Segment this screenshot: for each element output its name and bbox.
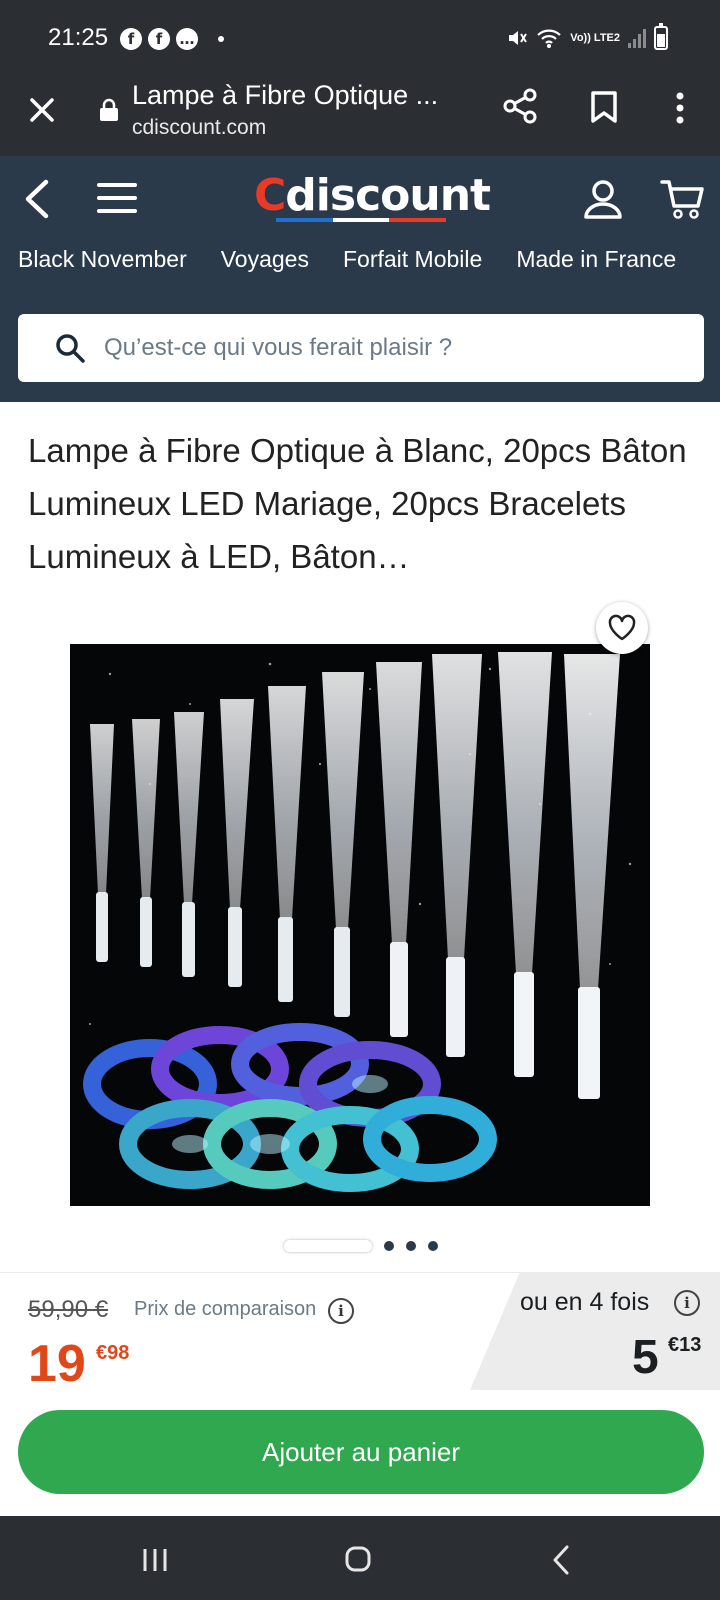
- messenger-icon: …: [176, 28, 198, 50]
- carousel-dot[interactable]: [384, 1241, 394, 1251]
- system-nav-bar: [0, 1516, 720, 1600]
- menu-icon[interactable]: [96, 180, 138, 216]
- add-to-cart-button[interactable]: Ajouter au panier: [18, 1410, 704, 1494]
- installment-price-euros: 5: [632, 1331, 659, 1384]
- nav-item-forfait-mobile[interactable]: Forfait Mobile: [343, 246, 482, 273]
- status-bar: 21:25 f f … Vo)) LTE2: [0, 0, 720, 80]
- battery-icon: [654, 23, 668, 50]
- browser-bar: Lampe à Fibre Optique ... cdiscount.com: [0, 80, 720, 156]
- user-icon[interactable]: [582, 178, 624, 220]
- wifi-icon: [537, 29, 562, 48]
- search-icon: [56, 334, 85, 363]
- system-icons: Vo)) LTE2: [506, 23, 668, 50]
- more-notifications-icon: [218, 36, 224, 42]
- carousel-dot[interactable]: [406, 1241, 416, 1251]
- info-icon[interactable]: i: [328, 1298, 354, 1324]
- category-nav: Black November Voyages Forfait Mobile Ma…: [18, 246, 676, 273]
- status-time: 21:25: [48, 24, 109, 51]
- heart-icon: [608, 614, 636, 641]
- installment-price-cents: €13: [668, 1334, 702, 1356]
- current-price-cents: €98: [96, 1342, 130, 1364]
- recent-apps-icon[interactable]: [140, 1546, 170, 1574]
- search-input[interactable]: Qu’est-ce qui vous ferait plaisir ?: [18, 314, 704, 382]
- info-icon[interactable]: i: [674, 1290, 700, 1316]
- notification-icons: f f …: [120, 28, 224, 50]
- bookmark-icon[interactable]: [588, 90, 620, 124]
- cdiscount-logo[interactable]: Cdiscount: [254, 170, 491, 221]
- carousel-dot[interactable]: [428, 1241, 438, 1251]
- logo-underline: [276, 218, 447, 222]
- site-header: Cdiscount Black November Voyages Forfait…: [0, 156, 720, 402]
- carousel-active-indicator: [284, 1240, 372, 1252]
- back-icon[interactable]: [550, 1544, 572, 1576]
- signal-icon: [628, 28, 646, 48]
- image-carousel-indicator[interactable]: [284, 1240, 438, 1252]
- network-type: Vo)) LTE2: [570, 31, 620, 44]
- compare-price-label: Prix de comparaison: [134, 1298, 317, 1320]
- home-icon[interactable]: [344, 1544, 372, 1574]
- installment-label: ou en 4 fois: [520, 1288, 650, 1316]
- lock-icon: [100, 98, 118, 121]
- back-icon[interactable]: [22, 178, 52, 220]
- search-placeholder: Qu’est-ce qui vous ferait plaisir ?: [104, 334, 453, 361]
- browser-url[interactable]: cdiscount.com: [132, 116, 266, 140]
- cart-icon[interactable]: [660, 178, 706, 220]
- product-photo: [70, 644, 650, 1206]
- nav-item-black-november[interactable]: Black November: [18, 246, 187, 273]
- mute-icon: [509, 31, 528, 45]
- browser-page-title[interactable]: Lampe à Fibre Optique ...: [132, 80, 438, 111]
- facebook-icon: f: [120, 28, 142, 50]
- close-icon[interactable]: [24, 92, 60, 128]
- facebook-icon: f: [148, 28, 170, 50]
- nav-item-made-in-france[interactable]: Made in France: [516, 246, 676, 273]
- product-image[interactable]: [70, 644, 650, 1206]
- nav-item-voyages[interactable]: Voyages: [221, 246, 309, 273]
- more-options-icon[interactable]: [668, 88, 692, 128]
- old-price: 59,90 €: [28, 1296, 109, 1323]
- share-icon[interactable]: [500, 86, 540, 126]
- product-title: Lampe à Fibre Optique à Blanc, 20pcs Bât…: [28, 432, 687, 575]
- favorite-button[interactable]: [596, 602, 648, 654]
- current-price-euros: 19: [28, 1335, 86, 1393]
